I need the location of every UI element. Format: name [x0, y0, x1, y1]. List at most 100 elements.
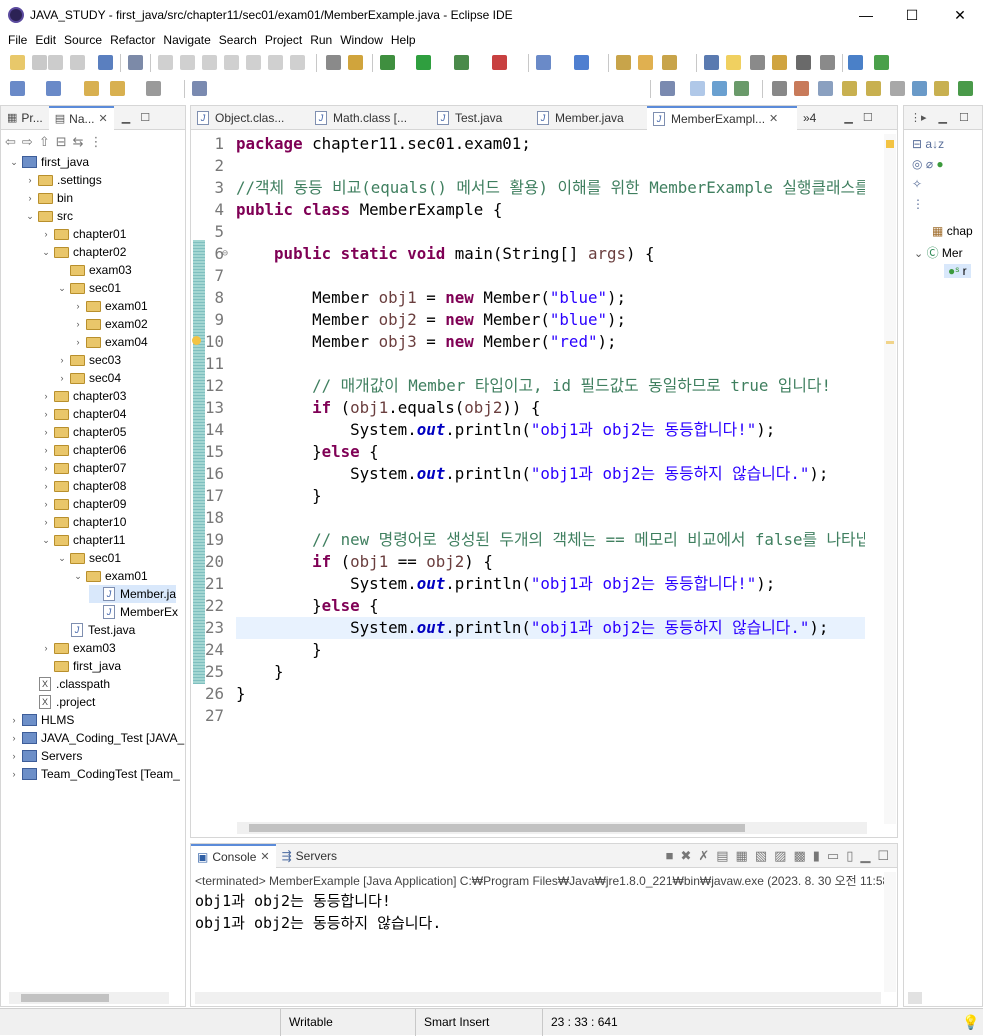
hide-static-icon[interactable]: ⌀ [926, 157, 933, 171]
code-line[interactable]: } [236, 639, 865, 661]
close-tab-icon[interactable]: ✕ [769, 112, 778, 125]
tree-item[interactable]: J MemberEx [89, 603, 178, 621]
code-line[interactable] [236, 507, 865, 529]
tab-servers[interactable]: ⇶ Servers [276, 844, 343, 868]
tab-console[interactable]: ▣ Console ✕ [191, 843, 276, 868]
chevron-right-icon[interactable]: › [41, 427, 51, 437]
globe-icon[interactable] [848, 55, 863, 70]
tab-project-explorer[interactable]: ▦ Pr... [1, 106, 49, 130]
new-class-icon[interactable] [574, 55, 589, 70]
tree-item[interactable]: X .project [25, 693, 95, 711]
hide-nonpublic-icon[interactable]: ✧ [912, 177, 922, 191]
search-icon[interactable] [662, 55, 677, 70]
tree-item[interactable]: › sec03 [57, 351, 122, 369]
tree-item[interactable]: ⌄ src [25, 207, 73, 225]
chevron-right-icon[interactable]: › [25, 193, 35, 203]
previous-annotation-icon[interactable] [46, 81, 61, 96]
tree-item[interactable]: › exam03 [41, 639, 116, 657]
perspective-icon-4[interactable] [842, 81, 857, 96]
external-tools-icon[interactable] [492, 55, 507, 70]
menu-item-window[interactable]: Window [332, 30, 383, 50]
code-line[interactable]: if (obj1.equals(obj2)) { [236, 397, 865, 419]
code-line[interactable] [236, 155, 865, 177]
disconnect-icon[interactable] [224, 55, 239, 70]
new-java-project-icon[interactable] [536, 55, 551, 70]
close-tab-icon[interactable]: ✕ [99, 112, 108, 125]
chevron-right-icon[interactable]: › [73, 337, 83, 347]
code-line[interactable]: Member obj3 = new Member("red"); [236, 331, 865, 353]
java-perspective-icon[interactable] [690, 81, 705, 96]
pin-console-icon[interactable]: ▮ [813, 848, 820, 864]
step-return-icon[interactable] [290, 55, 305, 70]
chevron-right-icon[interactable]: › [9, 715, 19, 725]
menu-item-navigate[interactable]: Navigate [155, 30, 210, 50]
tree-item[interactable]: › chapter01 [41, 225, 127, 243]
console-horizontal-scrollbar[interactable] [195, 992, 881, 1004]
back-icon[interactable] [110, 81, 125, 96]
open-task-icon[interactable] [638, 55, 653, 70]
chevron-right-icon[interactable]: › [41, 517, 51, 527]
tree-item[interactable]: › sec04 [57, 369, 122, 387]
chevron-right-icon[interactable]: › [9, 733, 19, 743]
tree-item[interactable]: › .settings [25, 171, 102, 189]
editor-tab[interactable]: J MemberExampl... ✕ [647, 105, 797, 130]
code-line[interactable]: } [236, 683, 865, 705]
maximize-view-icon[interactable]: ☐ [877, 848, 889, 864]
editor-tab-overflow[interactable]: »4 [797, 106, 822, 130]
close-button[interactable]: ✕ [937, 0, 983, 30]
mark-occurrences-icon[interactable] [726, 55, 741, 70]
collapse-all-icon[interactable]: ⊟ [56, 134, 73, 149]
dropdown-icon[interactable] [32, 55, 47, 70]
code-line[interactable]: public static void main(String[] args) { [236, 243, 865, 265]
editor-tab[interactable]: J Math.class [... [309, 106, 431, 130]
view-menu-icon[interactable]: ⋮ [912, 197, 924, 211]
pin-editor-icon[interactable] [192, 81, 207, 96]
tree-item[interactable]: › Team_CodingTest [Team_ [9, 765, 180, 783]
download-icon[interactable] [958, 81, 973, 96]
perspective-icon-2[interactable] [794, 81, 809, 96]
tree-item[interactable]: ⌄ sec01 [57, 279, 121, 297]
chevron-down-icon[interactable]: ⌄ [9, 157, 19, 168]
show-on-error-icon[interactable]: ▩ [793, 848, 805, 864]
code-line[interactable]: System.out.println("obj1과 obj2는 동등합니다!")… [236, 573, 865, 595]
lightbulb-icon[interactable]: 💡 [962, 1014, 979, 1031]
chevron-right-icon[interactable]: › [41, 463, 51, 473]
chevron-right-icon[interactable]: › [57, 355, 67, 365]
code-line[interactable]: // new 명령어로 생성된 두개의 객체는 == 메모리 비교에서 fals… [236, 529, 865, 551]
perspective-icon-6[interactable] [890, 81, 905, 96]
coverage-icon[interactable] [454, 55, 469, 70]
tree-item[interactable]: ⌄ first_java [9, 153, 89, 171]
tree-item[interactable]: › exam02 [73, 315, 148, 333]
last-edit-location-icon[interactable] [84, 81, 99, 96]
menu-item-help[interactable]: Help [383, 30, 416, 50]
open-type-icon[interactable] [616, 55, 631, 70]
terminate-icon[interactable]: ■ [666, 848, 674, 864]
open-perspective-icon[interactable] [660, 81, 675, 96]
tree-item[interactable]: › HLMS [9, 711, 75, 729]
menu-item-source[interactable]: Source [56, 30, 102, 50]
minimize-button[interactable]: — [843, 0, 889, 30]
tree-item[interactable]: › Servers [9, 747, 83, 765]
scroll-lock-icon[interactable]: ▦ [736, 848, 748, 864]
use-step-filters-icon[interactable] [348, 55, 363, 70]
link-editor-icon[interactable]: ⇆ [73, 134, 90, 149]
tree-item[interactable]: › chapter08 [41, 477, 127, 495]
perspective-icon-5[interactable] [866, 81, 881, 96]
chevron-down-icon[interactable]: ⌄ [41, 247, 51, 258]
outline-item-package[interactable]: ▦ chap [932, 224, 973, 238]
run-icon[interactable] [416, 55, 431, 70]
menu-item-file[interactable]: File [0, 30, 27, 50]
menu-item-run[interactable]: Run [302, 30, 332, 50]
minimize-view-icon[interactable]: ▁ [860, 848, 870, 864]
tree-item[interactable]: › exam01 [73, 297, 148, 315]
scrollbar-thumb[interactable] [21, 994, 109, 1002]
drop-to-frame-icon[interactable] [326, 55, 341, 70]
tree-item[interactable]: J Test.java [57, 621, 135, 639]
maximize-view-icon[interactable]: ☐ [140, 111, 150, 124]
git-icon[interactable] [934, 81, 949, 96]
tree-item[interactable]: › chapter06 [41, 441, 127, 459]
debug-perspective-icon[interactable] [712, 81, 727, 96]
tree-item[interactable]: exam03 [57, 261, 132, 279]
chevron-right-icon[interactable]: › [41, 445, 51, 455]
tree-item[interactable]: ⌄ chapter02 [41, 243, 126, 261]
